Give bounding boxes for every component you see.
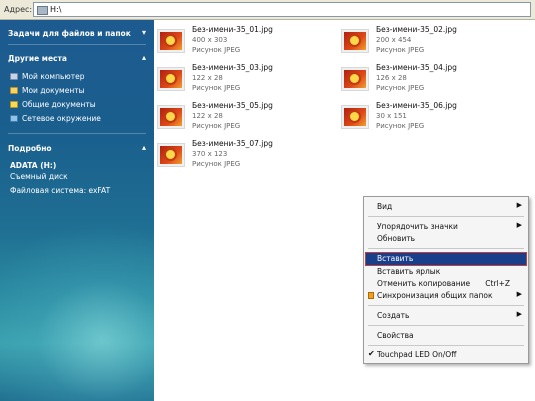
sidebar-item-network[interactable]: Сетевое окружение (10, 112, 101, 124)
file-name: Без-имени-35_06.jpg (376, 101, 457, 110)
menu-separator (368, 248, 524, 249)
submenu-arrow-icon: ▶ (516, 221, 522, 229)
jpeg-thumbnail-icon (157, 29, 185, 53)
submenu-arrow-icon: ▶ (516, 201, 522, 209)
menu-item-properties[interactable]: Свойства (366, 330, 526, 342)
file-type: Рисунок JPEG (376, 84, 425, 92)
submenu-arrow-icon: ▶ (516, 290, 522, 298)
tasks-section-title[interactable]: Задачи для файлов и папок (8, 29, 131, 38)
address-bar: Адрес: H:\ (0, 0, 535, 20)
places-section-title[interactable]: Другие места (8, 54, 67, 63)
file-item[interactable]: Без-имени-35_03.jpg 122 x 28 Рисунок JPE… (157, 63, 327, 97)
menu-item-label: Синхронизация общих папок (377, 291, 493, 300)
file-type: Рисунок JPEG (192, 84, 241, 92)
menu-item-label: Отменить копирование (377, 279, 471, 288)
details-section-title[interactable]: Подробно (8, 144, 52, 153)
address-label: Адрес: (4, 5, 33, 14)
menu-item-label: Вставить (377, 254, 414, 263)
drive-type: Съемный диск (10, 172, 68, 181)
file-system: Файловая система: exFAT (10, 186, 111, 195)
file-name: Без-имени-35_04.jpg (376, 63, 457, 72)
menu-item-label: Свойства (377, 331, 414, 340)
chevron-up-icon[interactable]: ▴ (142, 143, 146, 152)
jpeg-thumbnail-icon (157, 67, 185, 91)
menu-item-paste[interactable]: Вставить (365, 252, 527, 266)
menu-item-label: Touchpad LED On/Off (377, 350, 457, 359)
file-dimensions: 200 x 454 (376, 36, 412, 44)
computer-icon (10, 72, 18, 80)
jpeg-thumbnail-icon (341, 67, 369, 91)
jpeg-thumbnail-icon (157, 105, 185, 129)
menu-separator (368, 216, 524, 217)
file-type: Рисунок JPEG (192, 46, 241, 54)
file-item[interactable]: Без-имени-35_02.jpg 200 x 454 Рисунок JP… (341, 25, 511, 59)
menu-item-create[interactable]: Создать ▶ (366, 310, 526, 322)
divider (8, 44, 146, 45)
file-name: Без-имени-35_03.jpg (192, 63, 273, 72)
documents-folder-icon (10, 86, 18, 94)
chevron-up-icon[interactable]: ▴ (142, 53, 146, 62)
file-type: Рисунок JPEG (376, 46, 425, 54)
network-icon (10, 114, 18, 122)
jpeg-thumbnail-icon (157, 143, 185, 167)
menu-item-arrange-icons[interactable]: Упорядочить значки ▶ (366, 221, 526, 233)
sidebar-item-label: Общие документы (22, 99, 96, 109)
checkmark-icon: ✔ (368, 349, 375, 358)
file-dimensions: 126 x 28 (376, 74, 407, 82)
menu-separator (368, 305, 524, 306)
menu-item-label: Вставить ярлык (377, 267, 441, 276)
address-input[interactable]: H:\ (33, 2, 531, 17)
menu-item-refresh[interactable]: Обновить (366, 233, 526, 245)
shared-folder-icon (10, 100, 18, 108)
menu-item-undo-copy[interactable]: Отменить копирование Ctrl+Z (366, 278, 526, 290)
file-name: Без-имени-35_07.jpg (192, 139, 273, 148)
sidebar-item-my-computer[interactable]: Мой компьютер (10, 70, 84, 82)
file-dimensions: 122 x 28 (192, 74, 223, 82)
file-item[interactable]: Без-имени-35_01.jpg 400 x 303 Рисунок JP… (157, 25, 327, 59)
file-item[interactable]: Без-имени-35_04.jpg 126 x 28 Рисунок JPE… (341, 63, 511, 97)
menu-item-touchpad-led[interactable]: ✔ Touchpad LED On/Off (366, 349, 526, 361)
sync-icon (368, 292, 374, 299)
menu-item-label: Обновить (377, 234, 416, 243)
file-name: Без-имени-35_05.jpg (192, 101, 273, 110)
file-type: Рисунок JPEG (192, 122, 241, 130)
menu-separator (368, 325, 524, 326)
sidebar-item-label: Мои документы (22, 85, 85, 95)
jpeg-thumbnail-icon (341, 29, 369, 53)
context-menu: Вид ▶ Упорядочить значки ▶ Обновить Вста… (363, 196, 529, 364)
menu-item-label: Создать (377, 311, 410, 320)
file-type: Рисунок JPEG (376, 122, 425, 130)
file-dimensions: 30 x 151 (376, 112, 407, 120)
sidebar-item-my-documents[interactable]: Мои документы (10, 84, 85, 96)
menu-item-sync-shared-folders[interactable]: Синхронизация общих папок ▶ (366, 290, 526, 302)
menu-separator (368, 345, 524, 346)
menu-item-paste-shortcut[interactable]: Вставить ярлык (366, 266, 526, 278)
divider (8, 133, 146, 134)
drive-icon (37, 6, 48, 15)
file-item[interactable]: Без-имени-35_06.jpg 30 x 151 Рисунок JPE… (341, 101, 511, 135)
address-value: H:\ (50, 5, 62, 14)
chevron-down-icon[interactable]: ▾ (142, 28, 146, 37)
menu-item-label: Вид (377, 202, 393, 211)
file-dimensions: 122 x 28 (192, 112, 223, 120)
file-name: Без-имени-35_02.jpg (376, 25, 457, 34)
shortcut-key: Ctrl+Z (485, 279, 510, 288)
sidebar-item-label: Сетевое окружение (22, 113, 101, 123)
file-item[interactable]: Без-имени-35_07.jpg 370 x 123 Рисунок JP… (157, 139, 327, 173)
menu-item-view[interactable]: Вид ▶ (366, 201, 526, 213)
drive-name: ADATA (H:) (10, 161, 57, 170)
file-type: Рисунок JPEG (192, 160, 241, 168)
menu-item-label: Упорядочить значки (377, 222, 458, 231)
sidebar-item-label: Мой компьютер (22, 71, 85, 81)
task-pane: Задачи для файлов и папок ▾ Другие места… (0, 20, 154, 401)
jpeg-thumbnail-icon (341, 105, 369, 129)
file-dimensions: 400 x 303 (192, 36, 228, 44)
submenu-arrow-icon: ▶ (516, 310, 522, 318)
sidebar-item-shared-documents[interactable]: Общие документы (10, 98, 96, 110)
file-name: Без-имени-35_01.jpg (192, 25, 273, 34)
file-dimensions: 370 x 123 (192, 150, 228, 158)
file-item[interactable]: Без-имени-35_05.jpg 122 x 28 Рисунок JPE… (157, 101, 327, 135)
